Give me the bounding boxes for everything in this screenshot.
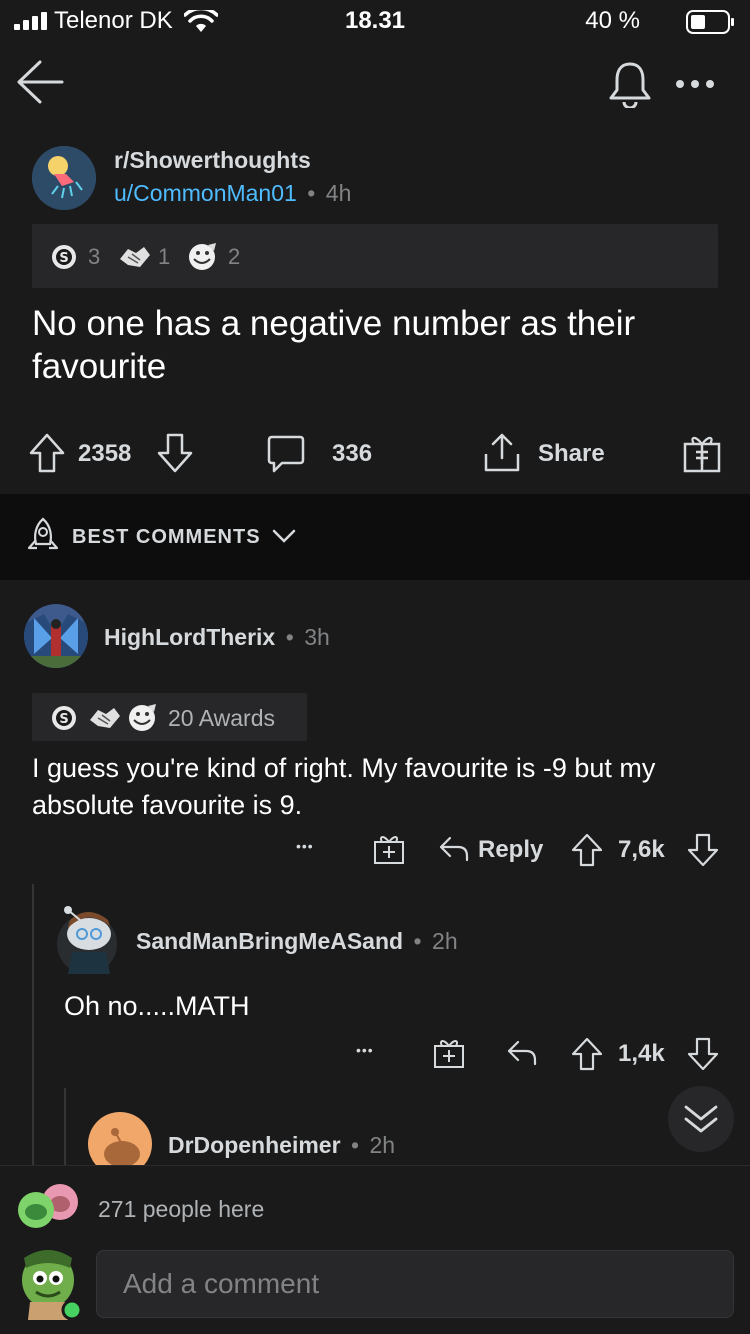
share-icon[interactable] (482, 432, 522, 474)
add-comment-input[interactable]: Add a comment (96, 1250, 734, 1318)
avatar[interactable] (88, 1112, 152, 1165)
back-arrow-icon[interactable] (12, 56, 68, 108)
wholesome-award-icon (126, 702, 160, 732)
avatar[interactable] (24, 604, 88, 668)
notification-bell-icon[interactable] (604, 58, 656, 110)
award-count: 2 (228, 244, 241, 269)
downvote-icon[interactable] (686, 1036, 720, 1072)
battery-icon (686, 10, 736, 34)
comment-score: 1,4k (618, 1040, 665, 1067)
top-nav-bar (0, 44, 750, 128)
meta-separator: • (285, 624, 294, 650)
downvote-icon[interactable] (156, 432, 194, 474)
add-comment-placeholder: Add a comment (123, 1268, 320, 1299)
comment-body: Oh no.....MATH (64, 991, 250, 1021)
silver-award-icon: S (50, 704, 78, 732)
comment-age: 2h (432, 928, 458, 954)
wholesome-award-icon (186, 241, 220, 271)
subreddit-avatar[interactable] (32, 146, 96, 210)
comment-author[interactable]: SandManBringMeASand (136, 928, 403, 954)
reply-icon[interactable] (506, 1038, 538, 1068)
double-chevron-down-icon (684, 1105, 718, 1133)
post-author[interactable]: u/CommonMan01 (114, 180, 297, 206)
comments-count[interactable]: 336 (332, 440, 372, 468)
comment-age: 3h (304, 624, 330, 650)
upvote-icon[interactable] (570, 832, 604, 868)
silver-award-icon: S (50, 243, 78, 271)
user-avatar-icon (24, 604, 88, 668)
thread-line[interactable] (64, 1088, 66, 1165)
presence-count: 271 people here (98, 1196, 265, 1222)
comment-score: 7,6k (618, 836, 665, 863)
comment-author[interactable]: DrDopenheimer (168, 1132, 341, 1158)
comment-age: 2h (369, 1132, 396, 1158)
bottom-comment-bar: 271 people here Add a comment (0, 1165, 750, 1334)
post-score: 2358 (78, 440, 132, 467)
comment-body: I guess you're kind of right. My favouri… (32, 753, 656, 820)
sort-label[interactable]: BEST COMMENTS (72, 526, 261, 549)
avatar[interactable] (54, 902, 120, 974)
meta-separator: • (307, 180, 316, 206)
comment-author[interactable]: HighLordTherix (104, 624, 275, 650)
upvote-icon[interactable] (28, 432, 66, 474)
give-award-icon[interactable] (682, 432, 722, 474)
snoo-avatar-icon (57, 906, 117, 974)
upvote-icon[interactable] (570, 1036, 604, 1072)
more-options-icon[interactable]: ••• (296, 838, 314, 854)
chevron-down-icon[interactable] (272, 528, 296, 544)
awards-total: 20 Awards (168, 705, 275, 731)
post-title[interactable]: No one has a negative number as their fa… (32, 302, 722, 388)
award-count: 1 (158, 244, 171, 269)
snoo-avatar-icon (88, 1112, 152, 1165)
reply-icon[interactable] (438, 834, 470, 864)
jump-next-comment-button[interactable] (668, 1086, 734, 1152)
downvote-icon[interactable] (686, 832, 720, 868)
comment-meta: DrDopenheimer • 2h (168, 1130, 395, 1164)
meta-separator: • (351, 1132, 360, 1158)
more-options-icon[interactable]: ••• (356, 1042, 374, 1058)
battery-percent: 40 % (585, 7, 640, 34)
svg-text:S: S (59, 712, 68, 727)
comment-awards-bar[interactable]: S 20 Awards (32, 693, 307, 741)
subreddit-name[interactable]: r/Showerthoughts (114, 146, 351, 174)
rocket-icon (24, 516, 62, 554)
shower-head-icon (32, 146, 96, 210)
handshake-award-icon (88, 702, 122, 732)
reply-button[interactable]: Reply (478, 836, 543, 864)
post-awards-bar[interactable]: S 3 1 2 (32, 224, 718, 288)
post-meta: r/Showerthoughts u/CommonMan01 • 4h (114, 146, 351, 212)
presence-avatars (16, 1182, 82, 1228)
give-award-icon[interactable] (372, 832, 406, 866)
comments-icon[interactable] (266, 434, 306, 474)
thread-line[interactable] (32, 884, 34, 1165)
status-bar: Telenor DK 18.31 40 % (0, 0, 750, 44)
sort-bar: BEST COMMENTS (0, 494, 750, 580)
award-count: 3 (88, 244, 101, 269)
post-age: 4h (325, 180, 352, 206)
user-avatar-icon (22, 1250, 83, 1320)
avatar[interactable] (14, 1244, 84, 1320)
comment-meta: SandManBringMeASand • 2h (136, 926, 458, 960)
comment-meta: HighLordTherix • 3h (104, 622, 330, 656)
share-button[interactable]: Share (538, 440, 605, 468)
svg-text:S: S (59, 251, 68, 266)
give-award-icon[interactable] (432, 1036, 466, 1070)
meta-separator: • (413, 928, 422, 954)
handshake-award-icon (118, 241, 152, 271)
more-options-icon[interactable] (670, 62, 720, 106)
